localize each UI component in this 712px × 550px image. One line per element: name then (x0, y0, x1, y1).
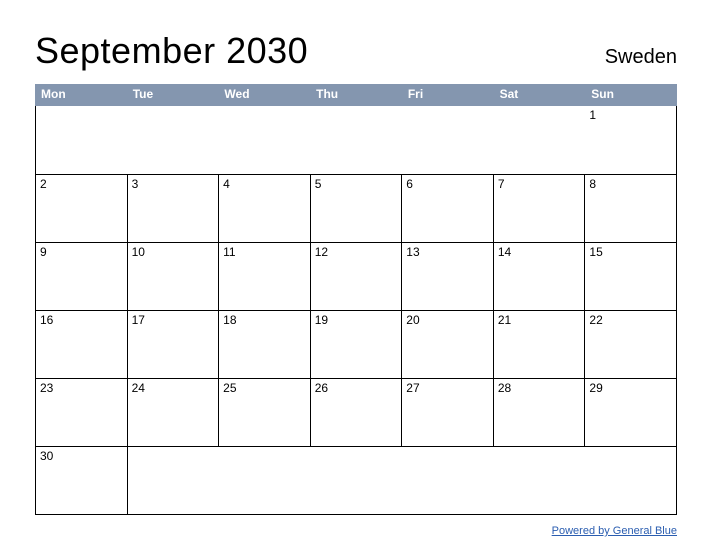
day-header-fri: Fri (402, 84, 494, 106)
calendar-cell (402, 446, 494, 514)
calendar-cell: 3 (128, 174, 220, 242)
calendar-cell: 2 (36, 174, 128, 242)
calendar-cell: 17 (128, 310, 220, 378)
calendar-cell: 12 (311, 242, 403, 310)
footer: Powered by General Blue (35, 521, 677, 539)
calendar-cell: 30 (36, 446, 128, 514)
calendar-country: Sweden (605, 46, 677, 69)
calendar-cell: 4 (219, 174, 311, 242)
calendar-cell: 13 (402, 242, 494, 310)
day-header-wed: Wed (218, 84, 310, 106)
calendar-cell (585, 446, 677, 514)
calendar-grid: 1 2 3 4 5 6 7 8 9 10 11 12 13 14 15 16 1… (35, 106, 677, 515)
calendar-cell: 22 (585, 310, 677, 378)
calendar-title: September 2030 (35, 30, 308, 72)
calendar-cell (128, 106, 220, 174)
calendar-cell: 11 (219, 242, 311, 310)
calendar-cell (311, 446, 403, 514)
calendar-cell: 6 (402, 174, 494, 242)
calendar-cell (219, 106, 311, 174)
calendar-cell: 14 (494, 242, 586, 310)
day-header-thu: Thu (310, 84, 402, 106)
calendar-cell: 15 (585, 242, 677, 310)
calendar-cell: 9 (36, 242, 128, 310)
day-header-sun: Sun (585, 84, 677, 106)
calendar-cell: 25 (219, 378, 311, 446)
powered-by-link[interactable]: Powered by General Blue (552, 525, 677, 537)
day-header-mon: Mon (35, 84, 127, 106)
calendar-cell (36, 106, 128, 174)
calendar-cell: 7 (494, 174, 586, 242)
calendar-cell: 1 (585, 106, 677, 174)
calendar-cell: 24 (128, 378, 220, 446)
day-headers-row: Mon Tue Wed Thu Fri Sat Sun (35, 84, 677, 106)
calendar-cell: 10 (128, 242, 220, 310)
calendar-cell: 19 (311, 310, 403, 378)
calendar-cell: 5 (311, 174, 403, 242)
calendar-cell: 16 (36, 310, 128, 378)
calendar-cell: 27 (402, 378, 494, 446)
calendar-header: September 2030 Sweden (35, 30, 677, 72)
calendar-cell (219, 446, 311, 514)
calendar-cell (311, 106, 403, 174)
calendar-cell (402, 106, 494, 174)
calendar-cell: 21 (494, 310, 586, 378)
calendar-cell (494, 446, 586, 514)
day-header-sat: Sat (494, 84, 586, 106)
calendar-cell: 18 (219, 310, 311, 378)
calendar-cell: 23 (36, 378, 128, 446)
calendar-cell: 20 (402, 310, 494, 378)
calendar-cell: 8 (585, 174, 677, 242)
calendar-cell: 28 (494, 378, 586, 446)
calendar-cell (128, 446, 220, 514)
calendar-cell (494, 106, 586, 174)
day-header-tue: Tue (127, 84, 219, 106)
calendar-cell: 26 (311, 378, 403, 446)
calendar-cell: 29 (585, 378, 677, 446)
